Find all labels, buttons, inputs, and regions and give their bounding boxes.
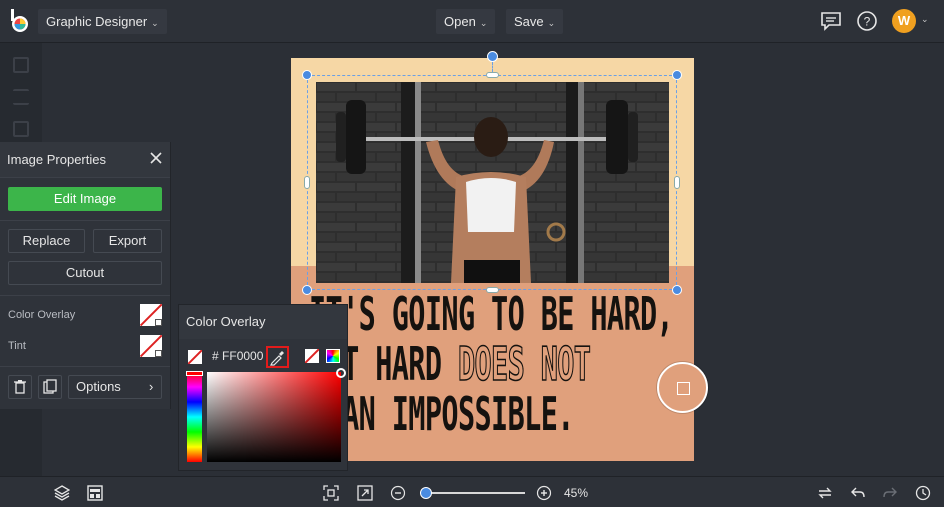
chevron-right-icon: › bbox=[149, 379, 154, 394]
resize-handle-bottom-right[interactable] bbox=[672, 285, 682, 295]
hue-slider-handle[interactable] bbox=[186, 371, 203, 376]
redo-icon[interactable] bbox=[882, 485, 898, 501]
options-button[interactable]: Options › bbox=[68, 375, 162, 399]
zoom-in-icon[interactable] bbox=[536, 485, 552, 501]
popup-title: Color Overlay bbox=[179, 305, 347, 339]
template-icon[interactable] bbox=[87, 485, 103, 501]
history-icon[interactable] bbox=[915, 485, 931, 501]
tint-label: Tint bbox=[8, 340, 26, 352]
color-overlay-swatch[interactable] bbox=[140, 304, 162, 326]
fit-screen-icon[interactable] bbox=[323, 485, 339, 501]
resize-handle-top-left[interactable] bbox=[302, 70, 312, 80]
save-label: Save bbox=[514, 14, 544, 29]
hex-readout[interactable]: # FF0000 bbox=[212, 349, 263, 363]
rotate-guide bbox=[492, 62, 493, 72]
resize-handle-right[interactable] bbox=[674, 176, 680, 189]
resize-handle-bottom[interactable] bbox=[486, 287, 499, 293]
resize-handle-top[interactable] bbox=[486, 72, 499, 78]
color-overlay-label: Color Overlay bbox=[8, 309, 76, 321]
replace-button[interactable]: Replace bbox=[8, 229, 85, 253]
zoom-level: 45% bbox=[564, 486, 589, 500]
app-window: Graphic Designer ⌄ Open ⌄ Save ⌄ ? W ⌄ I… bbox=[0, 0, 944, 507]
export-button[interactable]: Export bbox=[93, 229, 162, 253]
divider bbox=[0, 295, 170, 296]
edit-image-button[interactable]: Edit Image bbox=[8, 187, 162, 211]
color-picker-handle[interactable] bbox=[336, 368, 346, 378]
chevron-down-icon: ⌄ bbox=[151, 18, 159, 28]
quote-line-2-outline: DOES NOT bbox=[457, 337, 591, 391]
divider bbox=[0, 366, 170, 367]
swap-icon[interactable] bbox=[817, 485, 833, 501]
undo-icon[interactable] bbox=[850, 485, 866, 501]
open-label: Open bbox=[444, 14, 476, 29]
avatar[interactable]: W bbox=[892, 9, 916, 33]
rotate-handle[interactable] bbox=[487, 51, 498, 62]
save-button[interactable]: Save ⌄ bbox=[506, 9, 564, 34]
top-bar: Graphic Designer ⌄ Open ⌄ Save ⌄ ? W ⌄ bbox=[0, 0, 944, 43]
app-switcher-button[interactable]: Graphic Designer ⌄ bbox=[38, 9, 167, 34]
expand-icon[interactable] bbox=[357, 485, 373, 501]
zoom-slider-handle[interactable] bbox=[420, 487, 433, 499]
resize-handle-top-right[interactable] bbox=[672, 70, 682, 80]
transparent-swatch[interactable] bbox=[305, 349, 319, 363]
bottom-bar: 45% bbox=[0, 476, 944, 507]
panel-title: Image Properties bbox=[0, 142, 170, 178]
app-name: Graphic Designer bbox=[46, 14, 148, 29]
no-color-swatch[interactable] bbox=[188, 350, 202, 364]
layers-icon[interactable] bbox=[54, 485, 70, 501]
color-overlay-popup: Color Overlay # FF0000 bbox=[178, 304, 348, 471]
chevron-down-icon[interactable]: ⌄ bbox=[921, 14, 929, 25]
chevron-down-icon: ⌄ bbox=[547, 18, 556, 28]
open-button[interactable]: Open ⌄ bbox=[436, 9, 496, 34]
cutout-button[interactable]: Cutout bbox=[8, 261, 162, 285]
chevron-down-icon bbox=[155, 350, 162, 357]
layout-icon[interactable] bbox=[13, 57, 29, 73]
eyedropper-icon bbox=[270, 351, 284, 366]
options-label: Options bbox=[76, 379, 121, 394]
chat-icon[interactable] bbox=[820, 10, 842, 32]
color-picker-icon[interactable] bbox=[326, 349, 340, 363]
saturation-value-picker[interactable] bbox=[207, 372, 341, 462]
resize-handle-bottom-left[interactable] bbox=[302, 285, 312, 295]
image-properties-panel: Image Properties Edit Image Replace Expo… bbox=[0, 142, 171, 409]
close-icon[interactable] bbox=[150, 152, 162, 164]
hue-slider[interactable] bbox=[187, 372, 202, 462]
svg-text:?: ? bbox=[864, 15, 871, 29]
text-icon[interactable] bbox=[13, 89, 29, 105]
logo-icon[interactable] bbox=[9, 9, 31, 33]
resize-handle-left[interactable] bbox=[304, 176, 310, 189]
square-icon bbox=[677, 382, 690, 395]
chevron-down-icon bbox=[155, 319, 162, 326]
graphics-icon[interactable] bbox=[13, 121, 29, 137]
hex-prefix: # bbox=[212, 349, 219, 363]
duplicate-button[interactable] bbox=[38, 375, 62, 399]
selection-box bbox=[307, 75, 677, 290]
chevron-down-icon: ⌄ bbox=[479, 18, 488, 28]
eyedropper-button[interactable] bbox=[266, 346, 289, 368]
delete-button[interactable] bbox=[8, 375, 32, 399]
tint-swatch[interactable] bbox=[140, 335, 162, 357]
duplicate-icon bbox=[43, 379, 57, 394]
divider bbox=[0, 220, 170, 221]
trash-icon bbox=[14, 380, 26, 394]
floating-action-button[interactable] bbox=[657, 362, 708, 413]
help-icon[interactable]: ? bbox=[856, 10, 878, 32]
zoom-out-icon[interactable] bbox=[390, 485, 406, 501]
hex-value: FF0000 bbox=[222, 349, 264, 363]
zoom-slider-track[interactable] bbox=[421, 492, 525, 494]
